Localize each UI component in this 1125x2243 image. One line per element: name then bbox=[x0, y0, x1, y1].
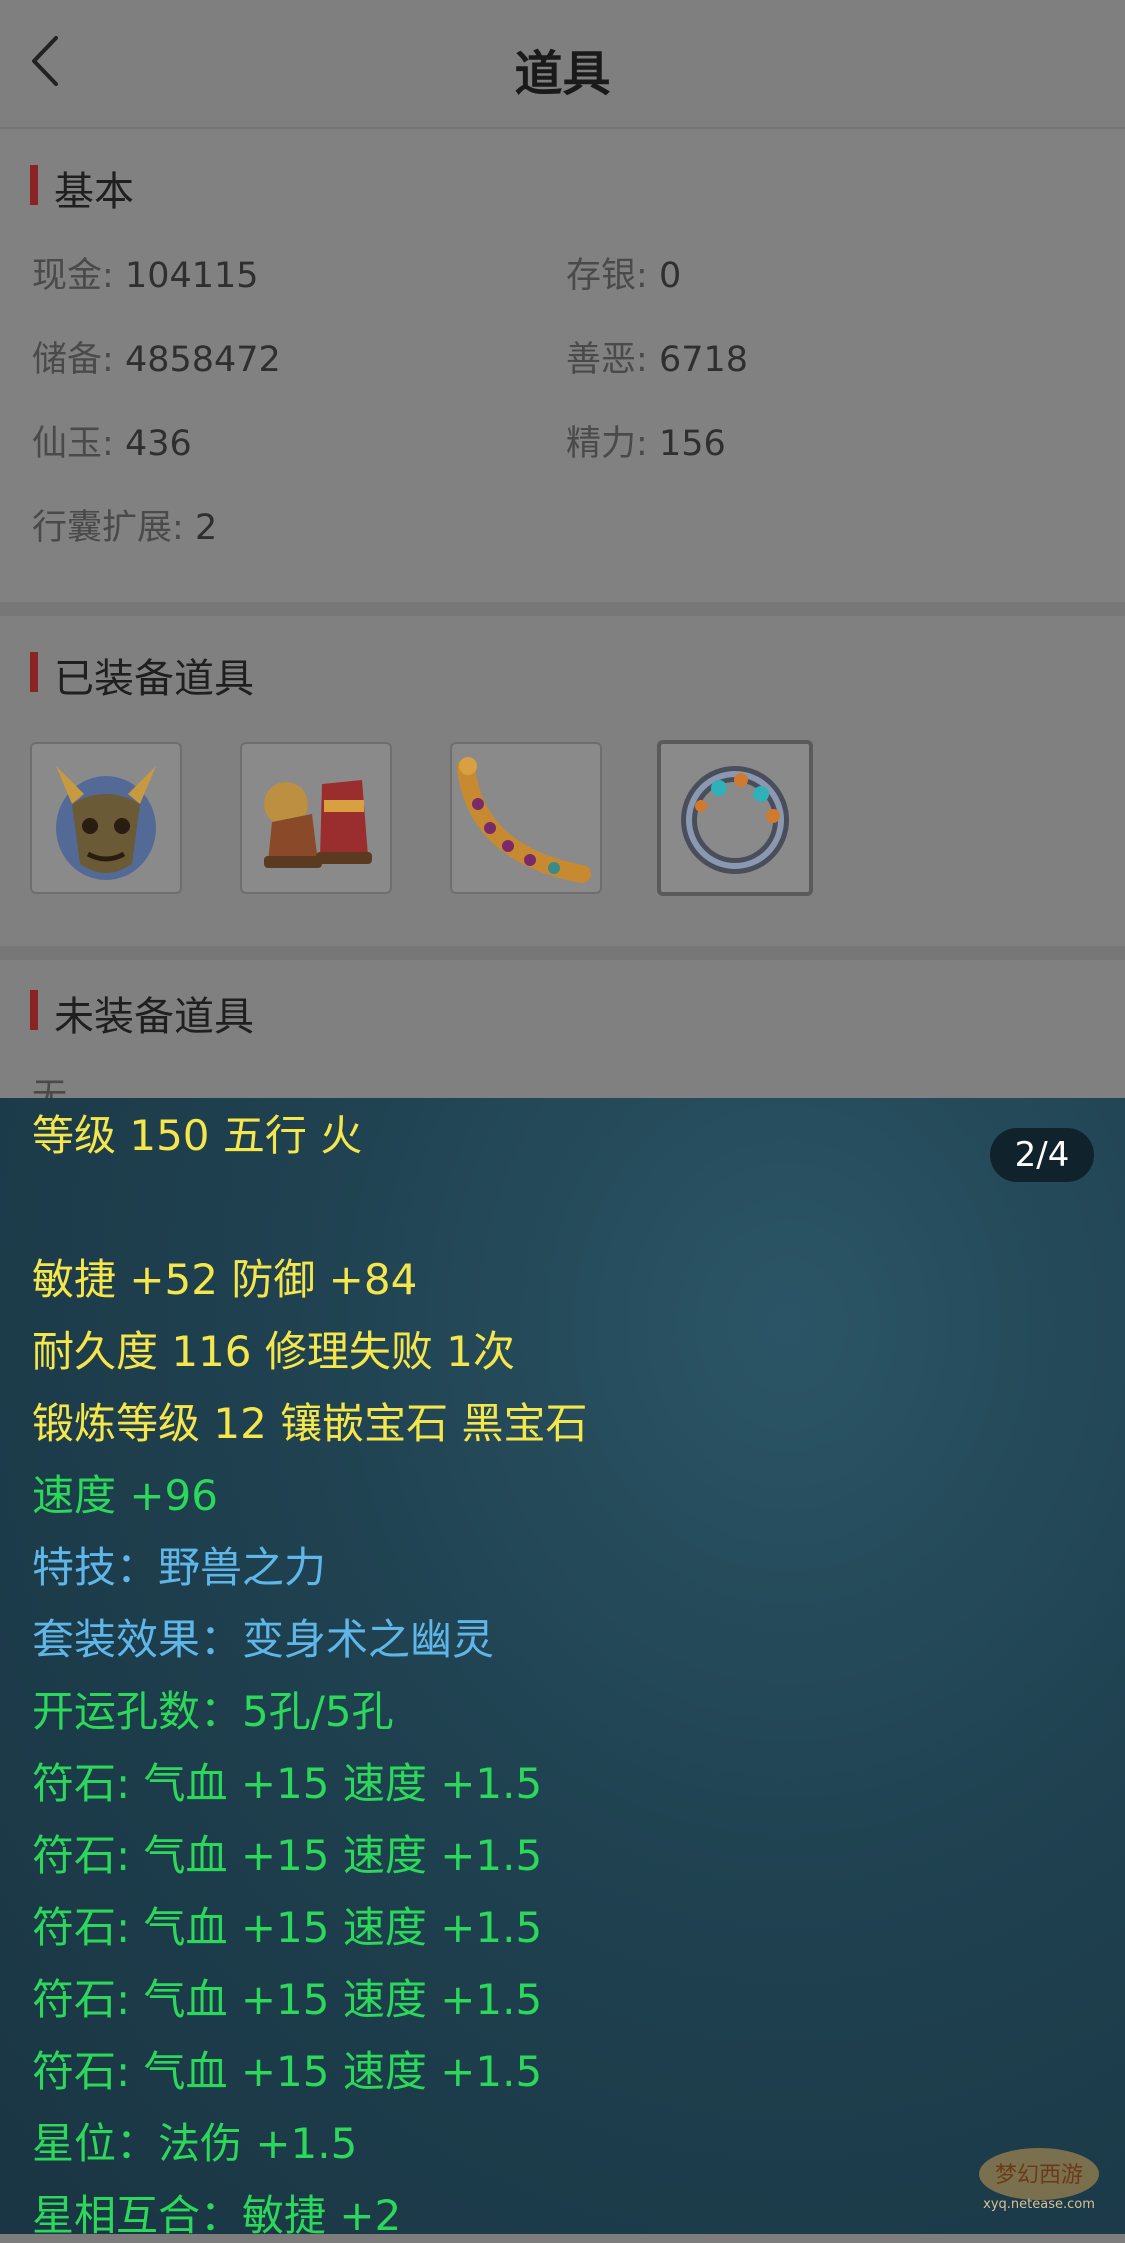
item-page: 道具 基本 现金: 104115 存银: 0 储备: 4858472 善恶: 6… bbox=[0, 0, 1125, 1117]
jade-field: 仙玉: 436 bbox=[32, 415, 192, 466]
detail-line-set-effect: 套装效果：变身术之幽灵 bbox=[32, 1615, 495, 1664]
detail-line-level: 等级 150 五行 火 bbox=[32, 1111, 363, 1160]
jade-value: 436 bbox=[124, 424, 192, 464]
equip-slot-2[interactable] bbox=[240, 742, 392, 894]
horned-mask-icon bbox=[56, 766, 156, 880]
deposit-field: 存银: 0 bbox=[566, 247, 681, 298]
detail-line-durability: 耐久度 116 修理失败 1次 bbox=[32, 1327, 515, 1376]
karma-value: 6718 bbox=[658, 340, 749, 380]
page-indicator: 2/4 bbox=[990, 1128, 1094, 1182]
cash-label: 现金: bbox=[32, 256, 114, 296]
karma-label: 善恶: bbox=[566, 340, 648, 380]
watermark-logo: 梦幻西游 xyq.netease.com bbox=[979, 2148, 1099, 2212]
basic-section-title: 基本 bbox=[30, 159, 134, 217]
bag-expansion-label: 行囊扩展: bbox=[32, 508, 184, 548]
cash-value: 104115 bbox=[124, 256, 259, 296]
boots-icon bbox=[264, 780, 372, 868]
page-title: 道具 bbox=[514, 46, 611, 102]
item-detail-overlay[interactable]: 2/4 等级 150 五行 火 敏捷 +52 防御 +84 耐久度 116 修理… bbox=[0, 1098, 1125, 2240]
detail-line-rune: 符石: 气血 +15 速度 +1.5 bbox=[32, 1831, 543, 1880]
energy-label: 精力: bbox=[566, 424, 648, 464]
equip-slot-3[interactable] bbox=[450, 742, 602, 894]
equip-slot-4-selected[interactable] bbox=[657, 740, 813, 896]
bag-expansion-value: 2 bbox=[194, 508, 218, 548]
detail-line-skill: 特技：野兽之力 bbox=[32, 1543, 327, 1592]
section-divider bbox=[0, 946, 1125, 960]
svg-text:xyq.netease.com: xyq.netease.com bbox=[983, 2197, 1095, 2212]
detail-line-rune: 符石: 气血 +15 速度 +1.5 bbox=[32, 1975, 543, 2024]
deposit-value: 0 bbox=[658, 256, 682, 296]
basic-section: 基本 现金: 104115 存银: 0 储备: 4858472 善恶: 6718… bbox=[0, 129, 1125, 602]
section-divider bbox=[0, 602, 1125, 616]
detail-line-holes: 开运孔数：5孔/5孔 bbox=[32, 1687, 394, 1736]
nav-bar: 道具 bbox=[0, 0, 1125, 129]
energy-field: 精力: 156 bbox=[566, 415, 726, 466]
jade-label: 仙玉: bbox=[32, 424, 114, 464]
belt-icon bbox=[457, 757, 591, 883]
reserve-value: 4858472 bbox=[124, 340, 281, 380]
reserve-field: 储备: 4858472 bbox=[32, 331, 281, 382]
detail-line-rune: 符石: 气血 +15 速度 +1.5 bbox=[32, 1903, 543, 1952]
detail-line-forge: 锻炼等级 12 镶嵌宝石 黑宝石 bbox=[32, 1399, 588, 1448]
equipped-section-title: 已装备道具 bbox=[30, 646, 254, 704]
cash-field: 现金: 104115 bbox=[32, 247, 259, 298]
equip-slot-1[interactable] bbox=[30, 742, 182, 894]
detail-line-rune: 符石: 气血 +15 速度 +1.5 bbox=[32, 2047, 543, 2096]
detail-line-rune: 符石: 气血 +15 速度 +1.5 bbox=[32, 1759, 543, 1808]
ring-icon bbox=[681, 766, 789, 874]
energy-value: 156 bbox=[658, 424, 726, 464]
detail-line-speed: 速度 +96 bbox=[32, 1471, 218, 1520]
reserve-label: 储备: bbox=[32, 340, 114, 380]
deposit-label: 存银: bbox=[566, 256, 648, 296]
unequipped-section: 未装备道具 无 bbox=[0, 960, 1125, 1117]
bag-expansion-field: 行囊扩展: 2 bbox=[32, 499, 217, 550]
detail-line-star: 星位：法伤 +1.5 bbox=[32, 2119, 358, 2168]
unequipped-section-title: 未装备道具 bbox=[30, 984, 254, 1042]
detail-line-stats: 敏捷 +52 防御 +84 bbox=[32, 1255, 418, 1304]
svg-text:梦幻西游: 梦幻西游 bbox=[995, 2163, 1083, 2188]
karma-field: 善恶: 6718 bbox=[566, 331, 748, 382]
